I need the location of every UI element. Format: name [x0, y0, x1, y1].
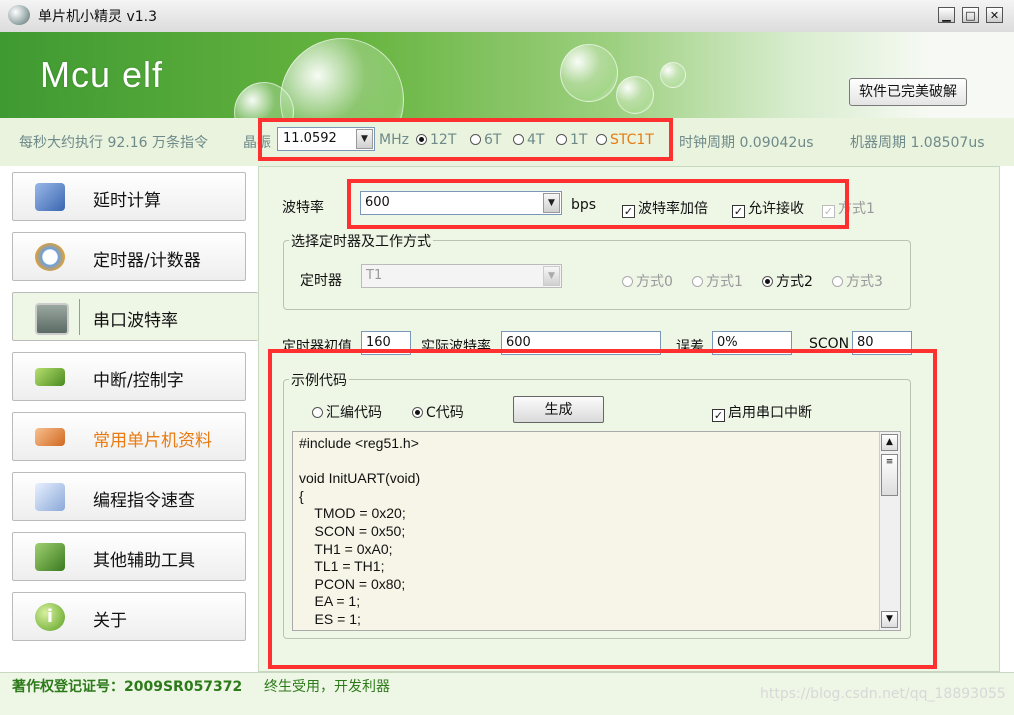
book-icon [35, 428, 65, 446]
timer-select: T1 ▼ [361, 264, 562, 288]
motto-text: 终生受用，开发利器 [264, 679, 390, 695]
timer-value: T1 [366, 268, 383, 283]
sidebar-item-interrupt[interactable]: 中断/控制字 [12, 352, 246, 401]
maximize-button[interactable]: □ [962, 7, 979, 23]
minimize-button[interactable]: ▁ [938, 7, 955, 23]
calculator-icon [35, 183, 65, 211]
alarm-clock-icon [35, 243, 65, 271]
timer-label: 定时器 [300, 273, 342, 289]
magnifier-icon [35, 483, 65, 511]
annotation-box [347, 179, 849, 229]
sidebar-item-timer[interactable]: 定时器/计数器 [12, 232, 246, 281]
machine-period: 机器周期 1.08507us [850, 135, 985, 151]
watermark: https://blog.csdn.net/qq_18893055 [760, 686, 1006, 702]
sidebar-item-instructions[interactable]: 编程指令速查 [12, 472, 246, 521]
annotation-box [268, 349, 937, 669]
timer-mode2-radio[interactable]: 方式2 [762, 271, 813, 291]
radio-icon [622, 276, 633, 287]
close-button[interactable]: ✕ [986, 7, 1003, 23]
logo-text: Mcu elf [40, 54, 164, 95]
radio-icon [762, 276, 773, 287]
timer-mode1-radio: 方式1 [692, 271, 743, 291]
monitor-icon [35, 303, 69, 335]
clock-period: 时钟周期 0.09042us [679, 135, 814, 151]
title-bar: 单片机小精灵 v1.3 ▁ □ ✕ [0, 0, 1014, 33]
radio-icon [832, 276, 843, 287]
annotation-box [258, 118, 673, 161]
timer-mode0-radio: 方式0 [622, 271, 673, 291]
sidebar-item-uart[interactable]: 串口波特率 [12, 292, 258, 341]
radio-icon [692, 276, 703, 287]
timer-mode3-radio: 方式3 [832, 271, 883, 291]
sidebar-item-datasheet[interactable]: 常用单片机资料 [12, 412, 246, 461]
sidebar-item-tools[interactable]: 其他辅助工具 [12, 532, 246, 581]
timer-group-title: 选择定时器及工作方式 [289, 231, 433, 251]
bubble-decoration [560, 44, 618, 102]
tools-icon [35, 543, 65, 571]
sidebar-item-about[interactable]: i 关于 [12, 592, 246, 641]
info-icon: i [35, 603, 65, 631]
chevron-down-icon: ▼ [543, 266, 560, 286]
bubble-decoration [660, 62, 686, 88]
bubble-decoration [280, 38, 404, 118]
app-icon [8, 5, 30, 25]
crack-status-button[interactable]: 软件已完美破解 [849, 78, 967, 106]
chip-icon [35, 368, 65, 386]
sidebar-item-delay[interactable]: 延时计算 [12, 172, 246, 221]
copyright-text: 著作权登记证号：2009SR057372 [12, 679, 243, 695]
instruction-speed: 每秒大约执行 92.16 万条指令 [19, 135, 208, 151]
bubble-decoration [616, 76, 654, 114]
window-title: 单片机小精灵 v1.3 [38, 9, 157, 25]
baud-label: 波特率 [282, 200, 324, 216]
